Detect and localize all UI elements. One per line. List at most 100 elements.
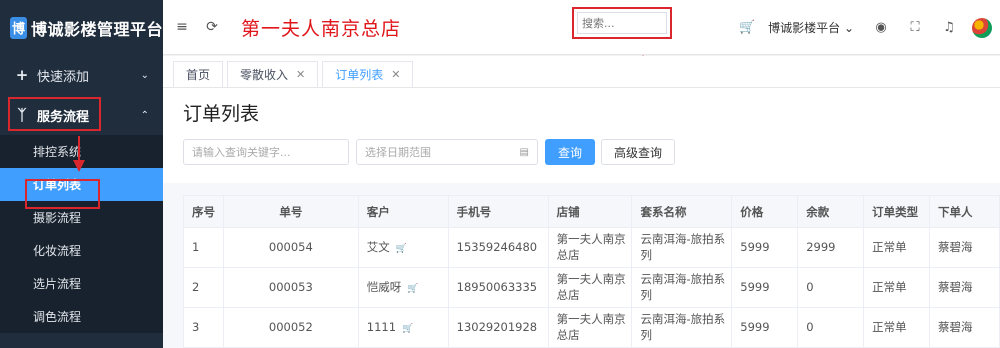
col-header: 序号: [183, 195, 224, 228]
col-header: 订单类型: [863, 195, 931, 228]
cell-price: 5999: [731, 307, 799, 348]
store-name: 第一夫人南京总店: [241, 17, 402, 40]
cell-index: 2: [183, 267, 224, 308]
tab-bar: 首页 零散收入 ✕ 订单列表 ✕: [163, 56, 1000, 88]
annotation-arrow-down: [73, 160, 85, 172]
cell-package: 云南洱海-旅拍系列: [631, 307, 733, 348]
annotation-arrow-line-left: [78, 136, 80, 162]
cell-index: 3: [183, 307, 224, 348]
main-content: 订单列表 请输入查询关键字... 选择日期范围 ▤ 查询 高级查询 序号 单号 …: [163, 88, 1000, 348]
cart-icon[interactable]: 🛒: [402, 324, 413, 334]
chevron-up-icon: ⌃: [140, 109, 149, 121]
menu-service-flow[interactable]: ᛉ 服务流程 ⌃: [0, 95, 163, 135]
table-row[interactable]: 1 000054 艾文 🛒 15359246480 第一夫人南京总店 云南洱海-旅…: [183, 227, 1000, 268]
menu-quick-add-label: 快速添加: [37, 69, 90, 85]
plus-icon: +: [15, 66, 29, 84]
menu-fold-icon[interactable]: ≡: [167, 19, 197, 35]
cart-icon[interactable]: 🛒: [396, 244, 407, 254]
col-header: 套系名称: [631, 195, 733, 228]
annotation-box-order-list: [25, 179, 100, 209]
cell-phone: 15359246480: [447, 227, 549, 268]
tab-home-label: 首页: [186, 68, 211, 82]
calendar-icon: ▤: [519, 146, 529, 158]
col-header: 手机号: [447, 195, 549, 228]
top-header: ≡ ⟳ 第一夫人南京总店 🛒 博诚影楼平台 ⌄ ◉ ⛶ ♫: [163, 0, 1000, 55]
tab-misc-income[interactable]: 零散收入 ✕: [227, 61, 319, 87]
date-placeholder: 选择日期范围: [365, 146, 431, 159]
tab-home[interactable]: 首页: [173, 61, 224, 87]
query-button[interactable]: 查询: [545, 139, 595, 165]
cell-package: 云南洱海-旅拍系列: [631, 267, 733, 308]
cell-phone: 18950063335: [447, 267, 549, 308]
customer-name: 1111: [366, 319, 397, 334]
col-header: 单号: [222, 195, 359, 228]
table-header-row: 序号 单号 客户 手机号 店铺 套系名称 价格 余款 订单类型 下单人: [183, 195, 1000, 228]
col-header: 价格: [731, 195, 799, 228]
cell-package: 云南洱海-旅拍系列: [631, 227, 733, 268]
customer-name: 艾文: [366, 239, 390, 254]
refresh-icon[interactable]: ⟳: [197, 19, 227, 35]
cell-store: 第一夫人南京总店: [547, 227, 633, 268]
cell-price: 5999: [731, 267, 799, 308]
cell-order-no: 000053: [222, 267, 359, 308]
close-icon[interactable]: ✕: [296, 68, 305, 81]
cell-order-no: 000052: [222, 307, 359, 348]
cell-customer: 恺威呀 🛒: [357, 267, 449, 308]
avatar[interactable]: [972, 17, 992, 38]
keyword-placeholder: 请输入查询关键字...: [192, 146, 291, 159]
table-row[interactable]: 2 000053 恺威呀 🛒 18950063335 第一夫人南京总店 云南洱海-…: [183, 267, 1000, 308]
col-header: 店铺: [547, 195, 633, 228]
platform-switcher[interactable]: 博诚影楼平台 ⌄: [768, 19, 854, 36]
tab-misc-income-label: 零散收入: [240, 68, 289, 82]
table-area: 序号 单号 客户 手机号 店铺 套系名称 价格 余款 订单类型 下单人 1 00…: [163, 183, 1000, 348]
cell-price: 5999: [731, 227, 799, 268]
order-table: 序号 单号 客户 手机号 店铺 套系名称 价格 余款 订单类型 下单人 1 00…: [183, 195, 1000, 348]
page-title: 订单列表: [183, 103, 260, 125]
cell-balance: 2999: [797, 227, 865, 268]
table-row[interactable]: 3 000052 1111 🛒 13029201928 第一夫人南京总店 云南洱海…: [183, 307, 1000, 348]
cart-icon[interactable]: 🛒: [730, 20, 764, 35]
logo-icon: 博: [10, 16, 27, 39]
sidebar: 博 博诚影楼管理平台 + 快速添加 ⌄ ᛉ 服务流程 ⌃ 排控系统 订单列表 摄…: [0, 0, 163, 348]
platform-label: 博诚影楼平台: [768, 21, 841, 35]
cell-creator: 蔡碧海: [929, 267, 1000, 308]
menu-quick-add[interactable]: + 快速添加 ⌄: [0, 55, 163, 95]
keyword-input[interactable]: 请输入查询关键字...: [183, 139, 349, 165]
sidebar-item-photo-select[interactable]: 选片流程: [0, 267, 163, 300]
cell-index: 1: [183, 227, 224, 268]
header-actions: 🛒 博诚影楼平台 ⌄ ◉ ⛶ ♫: [730, 0, 1000, 55]
record-icon[interactable]: ◉: [864, 20, 898, 35]
sidebar-item-makeup[interactable]: 化妆流程: [0, 234, 163, 267]
cell-order-no: 000054: [222, 227, 359, 268]
logo: 博 博诚影楼管理平台: [0, 0, 163, 55]
cell-store: 第一夫人南京总店: [547, 267, 633, 308]
date-range-input[interactable]: 选择日期范围 ▤: [356, 139, 538, 165]
fullscreen-icon[interactable]: ⛶: [898, 20, 932, 35]
customer-name: 恺威呀: [366, 279, 402, 294]
cell-phone: 13029201928: [447, 307, 549, 348]
bell-icon[interactable]: ♫: [932, 20, 966, 35]
logo-text: 博诚影楼管理平台: [30, 19, 163, 39]
cart-icon[interactable]: 🛒: [407, 284, 418, 294]
cell-customer: 艾文 🛒: [357, 227, 449, 268]
cell-order-type: 正常单: [863, 267, 931, 308]
search-input[interactable]: [577, 12, 667, 34]
cell-order-type: 正常单: [863, 227, 931, 268]
cell-creator: 蔡碧海: [929, 307, 1000, 348]
tab-order-list[interactable]: 订单列表 ✕: [322, 61, 414, 87]
advanced-query-button[interactable]: 高级查询: [601, 139, 675, 165]
annotation-box-search: [572, 7, 672, 39]
col-header: 余款: [797, 195, 865, 228]
annotation-box-service-flow: [8, 97, 101, 131]
sidebar-item-color-grading[interactable]: 调色流程: [0, 300, 163, 333]
cell-customer: 1111 🛒: [357, 307, 449, 348]
cell-order-type: 正常单: [863, 307, 931, 348]
cell-balance: 0: [797, 267, 865, 308]
tab-order-list-label: 订单列表: [335, 68, 384, 82]
chevron-down-icon: ⌄: [140, 69, 149, 81]
col-header: 下单人: [929, 195, 1000, 228]
cell-store: 第一夫人南京总店: [547, 307, 633, 348]
col-header: 客户: [357, 195, 449, 228]
cell-balance: 0: [797, 307, 865, 348]
close-icon[interactable]: ✕: [391, 68, 400, 81]
